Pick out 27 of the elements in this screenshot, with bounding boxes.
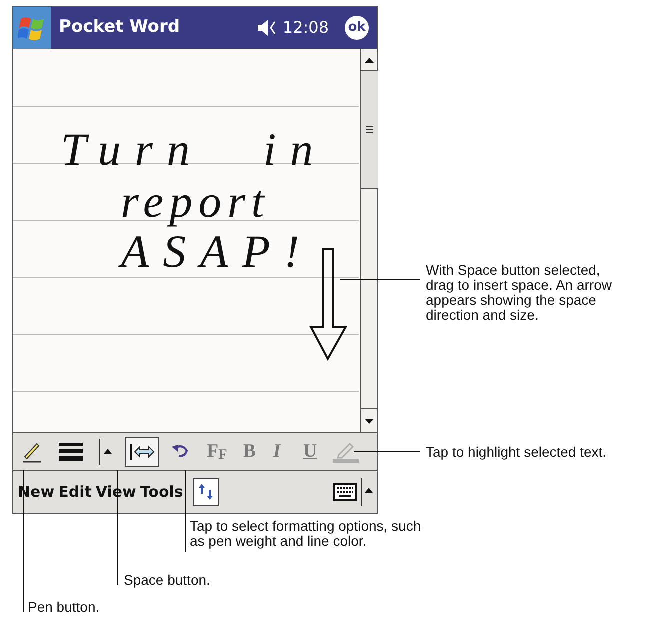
dropdown-arrow-icon xyxy=(99,438,113,464)
line-weight-icon xyxy=(59,442,83,462)
space-insert-icon xyxy=(129,442,155,460)
highlighter-icon xyxy=(333,440,360,462)
space-insert-button[interactable] xyxy=(125,436,159,466)
handwritten-text: Turn in xyxy=(61,127,328,173)
input-method-button[interactable] xyxy=(193,478,220,506)
callout-text: Tap to highlight selected text. xyxy=(426,445,608,460)
pen-icon xyxy=(21,440,43,462)
document-area[interactable]: Turn in report ASAP! xyxy=(13,49,377,433)
undo-icon xyxy=(171,444,191,460)
ok-button[interactable]: ok xyxy=(345,16,369,40)
menu-item[interactable]: Tools xyxy=(138,480,186,504)
scrollbar[interactable] xyxy=(360,49,377,432)
callout-text: Pen button. xyxy=(28,600,101,615)
menu-item[interactable]: Edit xyxy=(56,480,94,504)
start-flag-icon[interactable] xyxy=(18,15,46,41)
dropdown-arrow-icon[interactable] xyxy=(361,478,374,506)
app-title: Pocket Word xyxy=(59,16,180,40)
callout-text: With Space button selected, drag to insert space. An arrow appears showing the space direction and size. xyxy=(426,263,613,323)
up-down-arrows-icon xyxy=(198,483,214,501)
callout-text: Space button. xyxy=(124,573,212,588)
handwritten-text: ASAP! xyxy=(121,229,314,275)
handwritten-text: report xyxy=(121,179,270,225)
callout-text: Tap to select formatting options, such as pen weight and line color. xyxy=(190,519,422,549)
keyboard-icon[interactable] xyxy=(333,483,357,501)
clock-time[interactable]: 12:08 xyxy=(282,16,329,40)
